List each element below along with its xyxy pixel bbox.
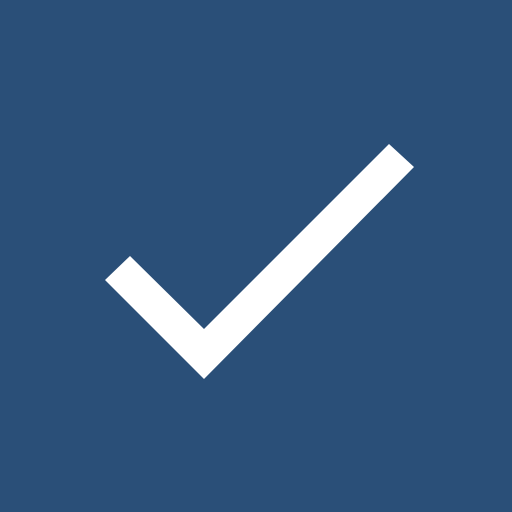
checkmark-tile xyxy=(0,0,512,512)
checkmark-glyph xyxy=(105,144,414,379)
checkmark-icon xyxy=(105,144,414,379)
